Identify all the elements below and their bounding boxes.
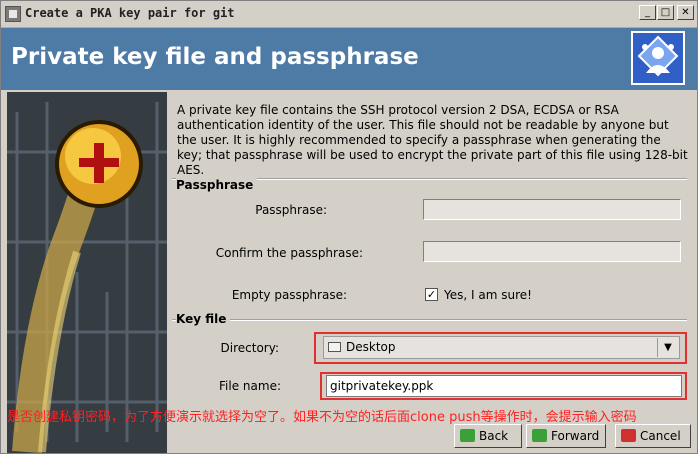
filename-input[interactable]: gitprivatekey.ppk: [326, 375, 682, 397]
page-title: Private key file and passphrase: [11, 44, 419, 70]
keyfile-divider: [172, 319, 687, 321]
forward-button[interactable]: Forward: [526, 424, 606, 448]
back-arrow-icon: [460, 429, 475, 442]
directory-value: Desktop: [346, 340, 396, 354]
window-title: Create a PKA key pair for git: [25, 6, 235, 20]
empty-passphrase-check-label[interactable]: Yes, I am sure!: [444, 288, 532, 302]
confirm-passphrase-input[interactable]: [423, 241, 681, 262]
wizard-side-image: [7, 92, 167, 453]
dropdown-arrow-icon[interactable]: ▼: [657, 338, 678, 357]
cancel-icon: [621, 429, 636, 442]
confirm-passphrase-label: Confirm the passphrase:: [215, 246, 363, 260]
filename-label: File name:: [219, 379, 281, 393]
minimize-button[interactable]: _: [639, 5, 656, 20]
annotation-note: 是否创建私钥密码，为了方便演示就选择为空了。如果不为空的话后面clone pus…: [7, 410, 637, 425]
forward-arrow-icon: [532, 429, 547, 442]
back-button[interactable]: Back: [454, 424, 522, 448]
title-bar[interactable]: Create a PKA key pair for git _ □ ✕: [1, 1, 697, 28]
maximize-button[interactable]: □: [657, 5, 674, 20]
keyfile-section-title: Key file: [176, 312, 231, 326]
folder-icon: [328, 342, 341, 352]
passphrase-label: Passphrase:: [255, 203, 327, 217]
intro-text: A private key file contains the SSH prot…: [177, 103, 688, 177]
passphrase-section-title: Passphrase: [176, 178, 258, 192]
app-icon: [5, 6, 21, 22]
empty-passphrase-checkbox[interactable]: ✓: [425, 288, 438, 301]
keypair-logo-icon: [631, 31, 685, 85]
back-label: Back: [479, 429, 509, 443]
forward-label: Forward: [551, 429, 600, 443]
close-button[interactable]: ✕: [677, 5, 694, 20]
passphrase-input[interactable]: [423, 199, 681, 220]
page-header: Private key file and passphrase: [1, 28, 697, 90]
cancel-label: Cancel: [640, 429, 681, 443]
directory-select[interactable]: Desktop ▼: [323, 336, 680, 359]
cancel-button[interactable]: Cancel: [615, 424, 691, 448]
empty-passphrase-label: Empty passphrase:: [231, 288, 347, 302]
wizard-window: Create a PKA key pair for git _ □ ✕ Priv…: [0, 0, 698, 454]
directory-label: Directory:: [220, 341, 279, 355]
filename-value: gitprivatekey.ppk: [330, 379, 434, 393]
content-panel: A private key file contains the SSH prot…: [172, 92, 689, 452]
